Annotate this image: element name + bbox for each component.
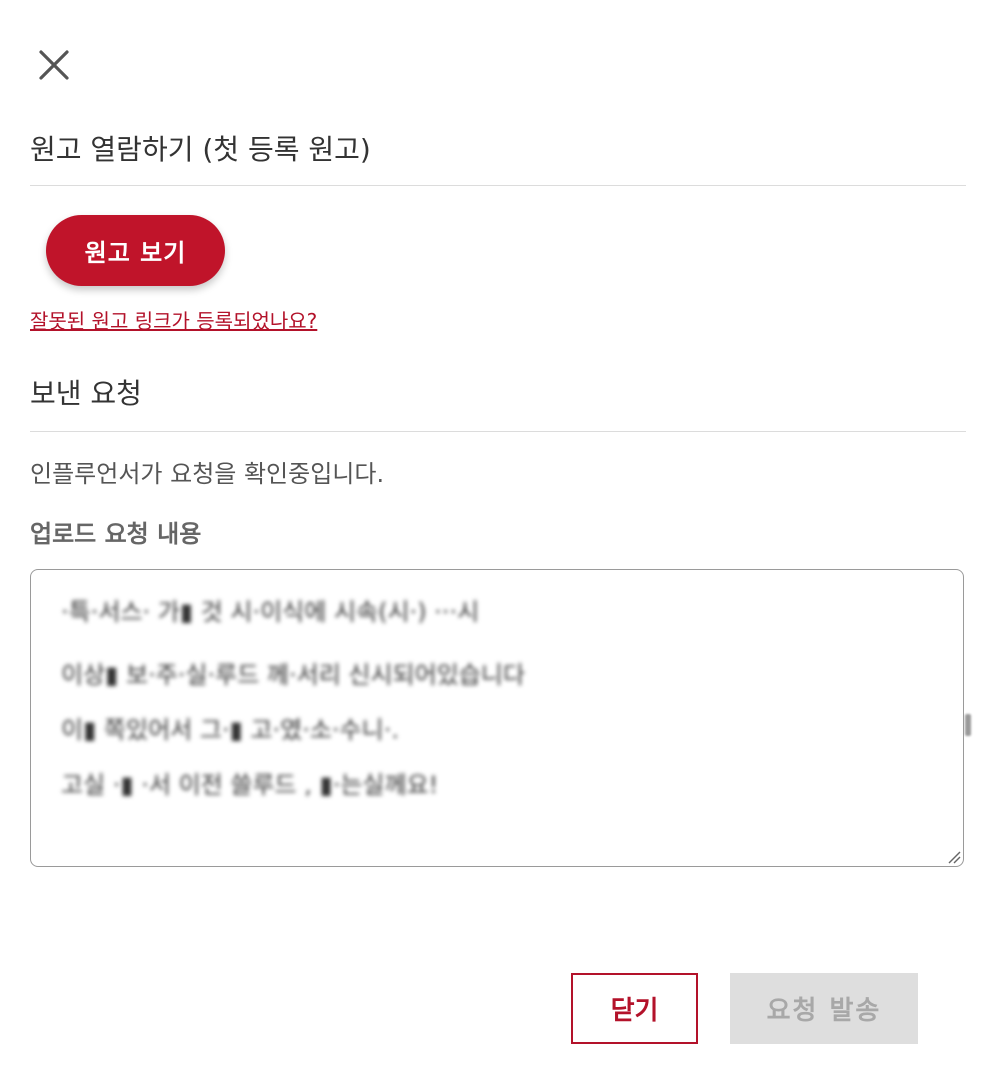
scrollbar-thumb[interactable] bbox=[965, 714, 971, 736]
resize-handle-icon[interactable] bbox=[947, 850, 961, 864]
request-content-line: 이▮ 쪽있어서 그·▮ 고·였·소·수니·. bbox=[61, 716, 399, 744]
request-content-textarea[interactable]: ·특·서스· 가▮ 것 시·이식에 시속(시·) ···시 이상▮ 보·주·실·… bbox=[30, 569, 964, 867]
request-status-text: 인플루언서가 요청을 확인중입니다. bbox=[30, 460, 385, 488]
request-content-line: 이상▮ 보·주·실·루드 께·서리 신시되어있습니다 bbox=[61, 661, 526, 689]
manuscript-section-title: 원고 열람하기 (첫 등록 원고) bbox=[30, 133, 371, 166]
send-request-button[interactable]: 요청 발송 bbox=[730, 973, 918, 1044]
wrong-link-report-link[interactable]: 잘못된 원고 링크가 등록되었나요? bbox=[30, 305, 317, 334]
close-dialog-button[interactable]: 닫기 bbox=[571, 973, 698, 1044]
close-button[interactable] bbox=[36, 47, 72, 83]
section-divider bbox=[30, 185, 966, 186]
request-content-line: 고실 ·▮ ·서 이전 쓸루드 , ▮·는실께요! bbox=[61, 771, 439, 799]
sent-request-title: 보낸 요청 bbox=[30, 377, 142, 410]
upload-request-label: 업로드 요청 내용 bbox=[30, 520, 202, 548]
section-divider bbox=[30, 431, 966, 432]
close-icon bbox=[39, 50, 69, 80]
view-manuscript-button[interactable]: 원고 보기 bbox=[46, 215, 225, 286]
request-content-line: ·특·서스· 가▮ 것 시·이식에 시속(시·) ···시 bbox=[61, 598, 480, 626]
